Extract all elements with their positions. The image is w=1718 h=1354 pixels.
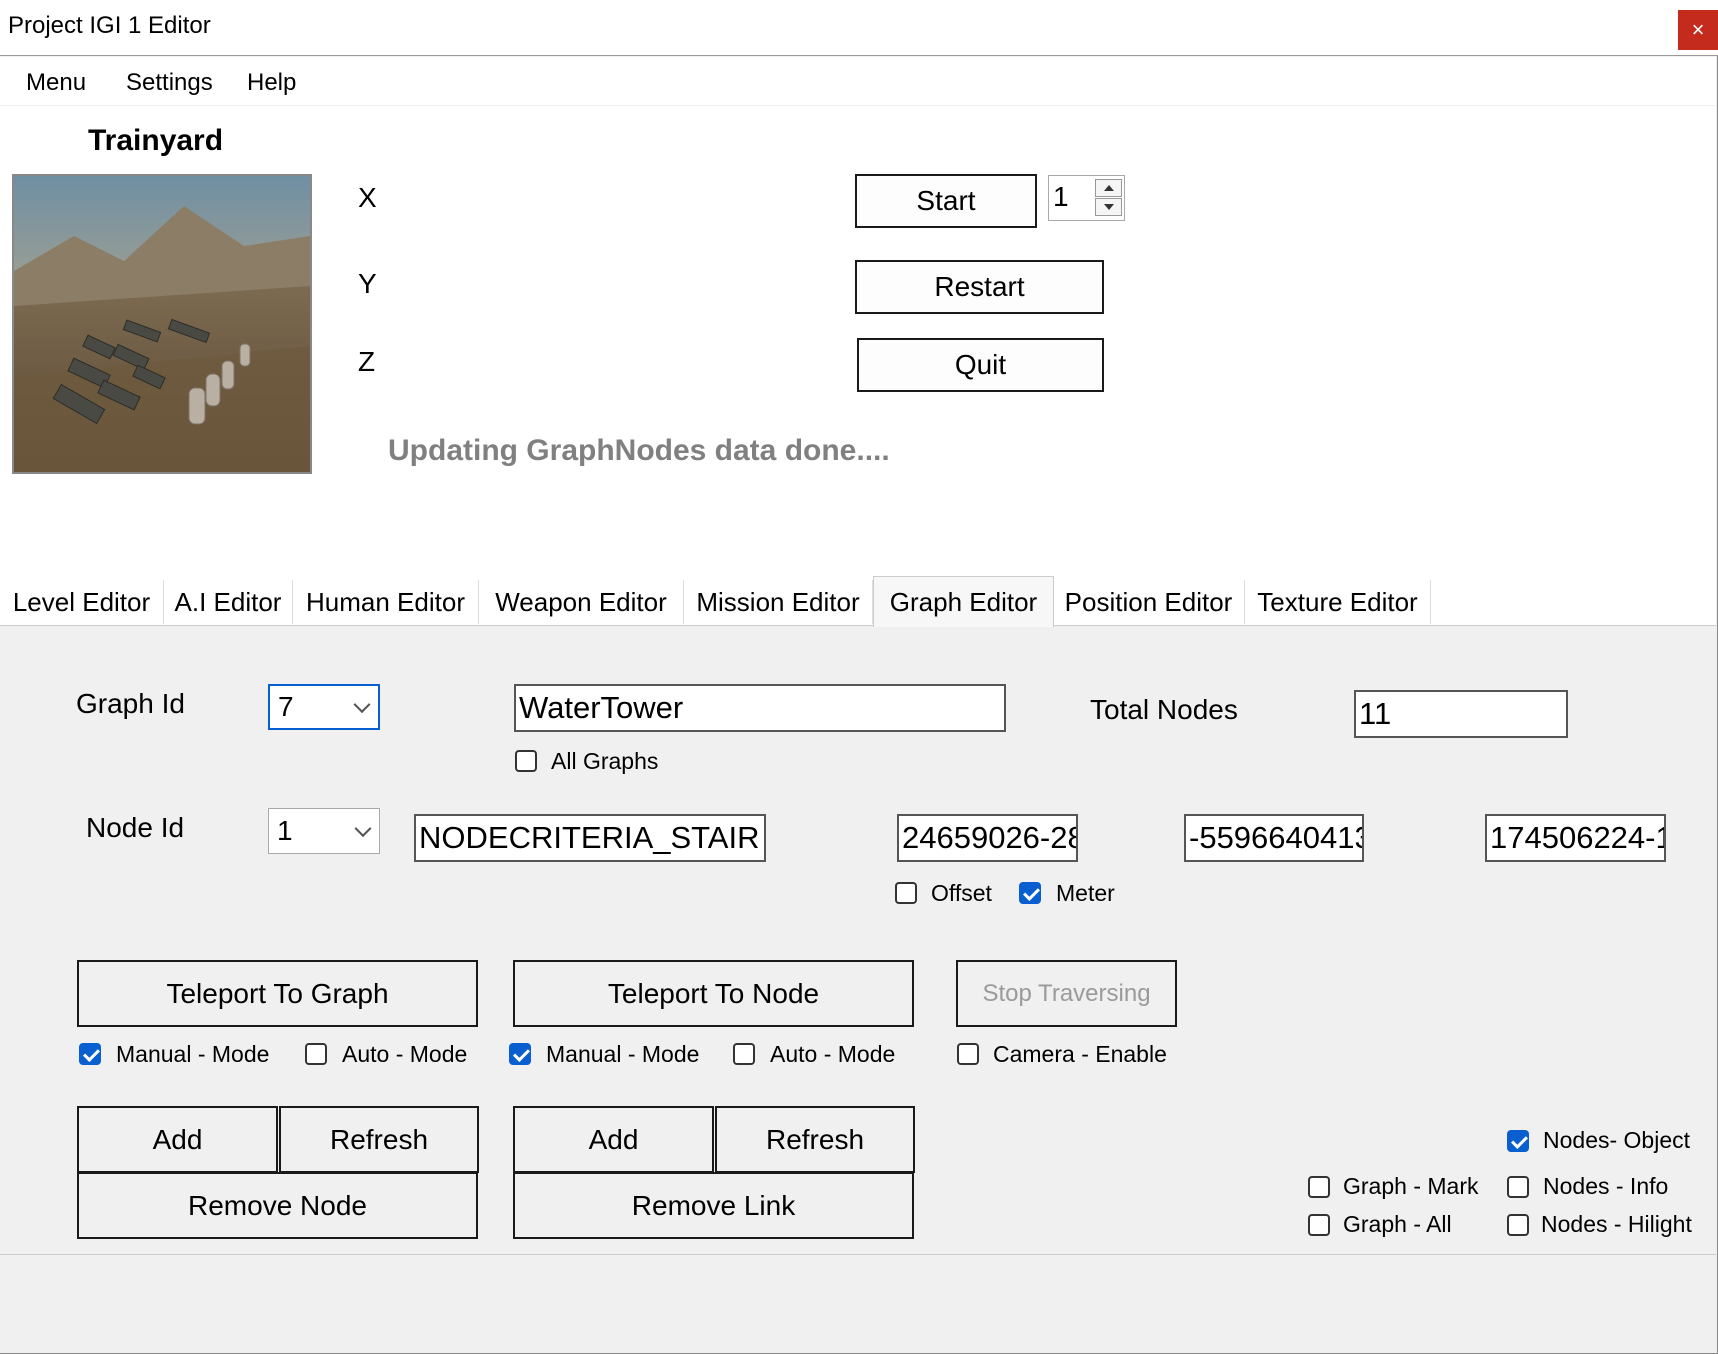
stop-traversing-button[interactable]: Stop Traversing bbox=[956, 960, 1177, 1027]
graph-manual-mode-label: Manual - Mode bbox=[116, 1041, 270, 1067]
node-y-field[interactable]: -5596640413 bbox=[1184, 814, 1364, 862]
close-icon[interactable]: × bbox=[1678, 10, 1718, 50]
all-graphs-checkbox[interactable] bbox=[515, 750, 537, 772]
tab-texture-editor[interactable]: Texture Editor bbox=[1245, 580, 1431, 624]
graph-mark-checkbox[interactable] bbox=[1308, 1176, 1330, 1198]
graph-all-checkbox[interactable] bbox=[1308, 1214, 1330, 1236]
status-message: Updating GraphNodes data done.... bbox=[388, 434, 890, 467]
tab-ai-editor[interactable]: A.I Editor bbox=[164, 580, 293, 624]
graph-id-label: Graph Id bbox=[76, 688, 185, 719]
graph-auto-mode-label: Auto - Mode bbox=[342, 1041, 468, 1067]
remove-node-button[interactable]: Remove Node bbox=[77, 1172, 478, 1239]
level-name: Trainyard bbox=[88, 124, 224, 157]
node-auto-mode-label: Auto - Mode bbox=[770, 1041, 896, 1067]
graph-add-button[interactable]: Add bbox=[77, 1106, 278, 1173]
total-nodes-label: Total Nodes bbox=[1090, 694, 1238, 725]
node-id-label: Node Id bbox=[86, 812, 185, 843]
graph-refresh-button[interactable]: Refresh bbox=[279, 1106, 479, 1173]
teleport-to-node-button[interactable]: Teleport To Node bbox=[513, 960, 914, 1027]
tab-position-editor[interactable]: Position Editor bbox=[1053, 580, 1245, 624]
level-number-stepper[interactable]: 1 bbox=[1048, 175, 1125, 221]
node-manual-mode-checkbox[interactable] bbox=[509, 1043, 531, 1065]
node-refresh-button[interactable]: Refresh bbox=[715, 1106, 915, 1173]
graph-manual-mode-checkbox[interactable] bbox=[79, 1043, 101, 1065]
nodes-hilight-label: Nodes - Hilight bbox=[1541, 1211, 1692, 1237]
tab-graph-editor[interactable]: Graph Editor bbox=[873, 576, 1054, 627]
node-add-button[interactable]: Add bbox=[513, 1106, 714, 1173]
tab-level-editor[interactable]: Level Editor bbox=[0, 580, 164, 624]
graph-mark-label: Graph - Mark bbox=[1343, 1173, 1479, 1199]
nodes-info-label: Nodes - Info bbox=[1543, 1173, 1669, 1199]
window-title: Project IGI 1 Editor bbox=[8, 12, 211, 39]
node-criteria-field[interactable]: NODECRITERIA_STAIR bbox=[414, 814, 766, 862]
node-auto-mode-checkbox[interactable] bbox=[733, 1043, 755, 1065]
nodes-object-label: Nodes- Object bbox=[1543, 1127, 1691, 1153]
camera-enable-label: Camera - Enable bbox=[993, 1041, 1167, 1067]
teleport-to-graph-button[interactable]: Teleport To Graph bbox=[77, 960, 478, 1027]
graph-name-field[interactable]: WaterTower bbox=[514, 684, 1006, 732]
spin-down-icon[interactable] bbox=[1095, 198, 1122, 216]
z-label: Z bbox=[358, 346, 376, 377]
offset-checkbox[interactable] bbox=[895, 882, 917, 904]
node-id-value: 1 bbox=[277, 815, 293, 846]
graph-all-label: Graph - All bbox=[1343, 1211, 1452, 1237]
nodes-hilight-checkbox[interactable] bbox=[1507, 1214, 1529, 1236]
graph-auto-mode-checkbox[interactable] bbox=[305, 1043, 327, 1065]
total-nodes-field[interactable]: 11 bbox=[1354, 690, 1568, 738]
tab-human-editor[interactable]: Human Editor bbox=[293, 580, 479, 624]
menu-item-help[interactable]: Help bbox=[247, 69, 296, 97]
menu-item-menu[interactable]: Menu bbox=[26, 69, 86, 97]
start-button[interactable]: Start bbox=[855, 174, 1037, 228]
meter-label: Meter bbox=[1056, 880, 1115, 906]
node-id-dropdown[interactable]: 1 bbox=[268, 808, 380, 854]
y-label: Y bbox=[358, 268, 377, 299]
x-label: X bbox=[358, 182, 377, 213]
title-bar: Project IGI 1 Editor × bbox=[0, 0, 1718, 56]
nodes-object-checkbox[interactable] bbox=[1507, 1130, 1529, 1152]
tab-mission-editor[interactable]: Mission Editor bbox=[684, 580, 873, 624]
node-z-field[interactable]: 174506224-1 bbox=[1485, 814, 1666, 862]
nodes-info-checkbox[interactable] bbox=[1507, 1176, 1529, 1198]
graph-id-value: 7 bbox=[278, 691, 294, 722]
node-manual-mode-label: Manual - Mode bbox=[546, 1041, 700, 1067]
remove-link-button[interactable]: Remove Link bbox=[513, 1172, 914, 1239]
meter-checkbox[interactable] bbox=[1019, 882, 1041, 904]
app-window: Project IGI 1 Editor × Menu Settings Hel… bbox=[0, 0, 1718, 1354]
restart-button[interactable]: Restart bbox=[855, 260, 1104, 314]
offset-label: Offset bbox=[931, 880, 992, 906]
tab-weapon-editor[interactable]: Weapon Editor bbox=[479, 580, 684, 624]
chevron-down-icon bbox=[354, 820, 372, 838]
node-x-field[interactable]: 24659026-28 bbox=[897, 814, 1078, 862]
chevron-down-icon bbox=[353, 696, 371, 714]
camera-enable-checkbox[interactable] bbox=[957, 1043, 979, 1065]
graph-id-dropdown[interactable]: 7 bbox=[268, 684, 380, 730]
level-number-value: 1 bbox=[1053, 181, 1069, 212]
quit-button[interactable]: Quit bbox=[857, 338, 1104, 392]
all-graphs-label: All Graphs bbox=[551, 748, 659, 774]
level-preview-image bbox=[12, 174, 312, 474]
menu-item-settings[interactable]: Settings bbox=[126, 69, 213, 97]
spin-up-icon[interactable] bbox=[1095, 179, 1122, 197]
menu-bar: Menu Settings Help bbox=[0, 57, 1716, 105]
